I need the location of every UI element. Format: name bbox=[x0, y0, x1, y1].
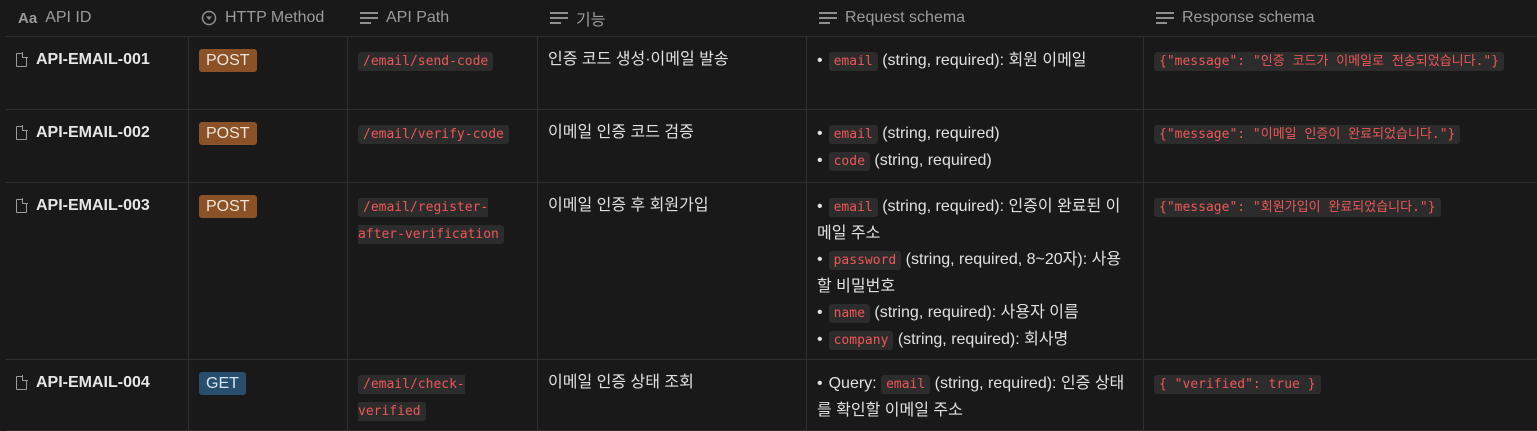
text-aa-icon: Aa bbox=[18, 9, 38, 27]
request-item: • Query: email (string, required): 인증 상태를… bbox=[817, 375, 1125, 419]
api-path: /email/register-after-verification bbox=[358, 198, 504, 244]
table-row[interactable]: API-EMAIL-003 POST /email/register-after… bbox=[6, 183, 1537, 360]
param-name: email bbox=[828, 52, 878, 71]
response-cell[interactable]: {"message": "인증 코드가 이메일로 전송되었습니다."} bbox=[1144, 37, 1537, 109]
param-desc: (string, required) bbox=[869, 152, 992, 169]
response-cell[interactable]: { "verified": true } bbox=[1144, 360, 1537, 430]
column-header-label: HTTP Method bbox=[225, 9, 325, 26]
function-text: 이메일 인증 상태 조회 bbox=[548, 374, 694, 391]
function-cell[interactable]: 이메일 인증 후 회원가입 bbox=[538, 183, 807, 359]
text-lines-icon bbox=[360, 11, 378, 25]
request-cell[interactable]: • Query: email (string, required): 인증 상태를… bbox=[807, 360, 1144, 430]
response-cell[interactable]: {"message": "회원가입이 완료되었습니다."} bbox=[1144, 183, 1537, 359]
function-text: 이메일 인증 코드 검증 bbox=[548, 124, 694, 141]
method-cell[interactable]: POST bbox=[189, 37, 348, 109]
method-cell[interactable]: POST bbox=[189, 183, 348, 359]
table-row[interactable]: API-EMAIL-002 POST /email/verify-code 이메… bbox=[6, 110, 1537, 183]
response-cell[interactable]: {"message": "이메일 인증이 완료되었습니다."} bbox=[1144, 110, 1537, 182]
request-item: • code (string, required) bbox=[817, 152, 992, 171]
page-icon bbox=[16, 52, 28, 67]
table-row[interactable]: API-EMAIL-004 GET /email/check-verified … bbox=[6, 360, 1537, 431]
path-cell[interactable]: /email/check-verified bbox=[348, 360, 538, 430]
path-cell[interactable]: /email/verify-code bbox=[348, 110, 538, 182]
response-json: {"message": "회원가입이 완료되었습니다."} bbox=[1154, 198, 1441, 217]
column-header-function[interactable]: 기능 bbox=[538, 0, 807, 36]
api-id-cell[interactable]: API-EMAIL-002 bbox=[6, 110, 189, 182]
response-json: {"message": "인증 코드가 이메일로 전송되었습니다."} bbox=[1154, 52, 1505, 71]
param-name: password bbox=[828, 251, 902, 270]
api-path: /email/send-code bbox=[358, 52, 494, 71]
param-desc: (string, required): 회사명 bbox=[893, 331, 1069, 348]
param-name: email bbox=[828, 198, 878, 217]
text-lines-icon bbox=[1156, 11, 1174, 25]
request-cell[interactable]: • email (string, required): 인증이 완료된 이메일 주… bbox=[807, 183, 1144, 359]
param-name: company bbox=[828, 331, 894, 350]
function-cell[interactable]: 이메일 인증 상태 조회 bbox=[538, 360, 807, 430]
column-header-api-id[interactable]: Aa API ID bbox=[6, 0, 189, 36]
api-path: /email/check-verified bbox=[358, 375, 465, 421]
function-cell[interactable]: 인증 코드 생성·이메일 발송 bbox=[538, 37, 807, 109]
method-tag: POST bbox=[199, 122, 257, 145]
column-header-http-method[interactable]: HTTP Method bbox=[189, 0, 348, 36]
param-name: name bbox=[828, 304, 870, 323]
column-header-label: 기능 bbox=[576, 12, 606, 29]
function-text: 인증 코드 생성·이메일 발송 bbox=[548, 51, 729, 68]
column-header-label: Response schema bbox=[1182, 9, 1315, 26]
request-item: • email (string, required): 회원 이메일 bbox=[817, 52, 1087, 71]
column-header-request-schema[interactable]: Request schema bbox=[807, 0, 1144, 36]
path-cell[interactable]: /email/send-code bbox=[348, 37, 538, 109]
method-cell[interactable]: POST bbox=[189, 110, 348, 182]
page-icon bbox=[16, 125, 28, 140]
column-header-label: Request schema bbox=[845, 9, 966, 26]
response-json: { "verified": true } bbox=[1154, 375, 1321, 394]
api-path: /email/verify-code bbox=[358, 125, 509, 144]
table-header: Aa API ID HTTP Method API Path 기능 Reques… bbox=[6, 0, 1537, 37]
api-table: Aa API ID HTTP Method API Path 기능 Reques… bbox=[6, 0, 1537, 431]
request-item: • email (string, required) bbox=[817, 125, 1000, 144]
api-id[interactable]: API-EMAIL-002 bbox=[36, 121, 150, 145]
column-header-response-schema[interactable]: Response schema bbox=[1144, 0, 1537, 36]
request-item: • email (string, required): 인증이 완료된 이메일 주… bbox=[817, 198, 1121, 242]
param-name: email bbox=[881, 375, 931, 394]
request-item: • company (string, required): 회사명 bbox=[817, 331, 1069, 350]
param-desc: (string, required) bbox=[877, 125, 1000, 142]
select-circle-icon bbox=[201, 10, 217, 26]
api-id-cell[interactable]: API-EMAIL-001 bbox=[6, 37, 189, 109]
api-id[interactable]: API-EMAIL-001 bbox=[36, 48, 150, 72]
text-lines-icon bbox=[819, 11, 837, 25]
param-desc: (string, required): 사용자 이름 bbox=[869, 304, 1079, 321]
text-lines-icon bbox=[550, 11, 568, 25]
api-id-cell[interactable]: API-EMAIL-004 bbox=[6, 360, 189, 430]
function-cell[interactable]: 이메일 인증 코드 검증 bbox=[538, 110, 807, 182]
request-item: • password (string, required, 8~20자): 사용할… bbox=[817, 251, 1122, 295]
method-cell[interactable]: GET bbox=[189, 360, 348, 430]
param-desc: (string, required): 회원 이메일 bbox=[877, 52, 1087, 69]
function-text: 이메일 인증 후 회원가입 bbox=[548, 197, 709, 214]
method-tag: GET bbox=[199, 372, 246, 395]
column-header-label: API ID bbox=[45, 9, 92, 26]
page-icon bbox=[16, 375, 28, 390]
path-cell[interactable]: /email/register-after-verification bbox=[348, 183, 538, 359]
param-name: email bbox=[828, 125, 878, 144]
column-header-api-path[interactable]: API Path bbox=[348, 0, 538, 36]
request-item: • name (string, required): 사용자 이름 bbox=[817, 304, 1079, 323]
method-tag: POST bbox=[199, 195, 257, 218]
request-cell[interactable]: • email (string, required): 회원 이메일 bbox=[807, 37, 1144, 109]
page-icon bbox=[16, 198, 28, 213]
response-json: {"message": "이메일 인증이 완료되었습니다."} bbox=[1154, 125, 1461, 144]
api-id[interactable]: API-EMAIL-003 bbox=[36, 194, 150, 218]
column-header-label: API Path bbox=[386, 9, 450, 26]
param-prefix: Query: bbox=[828, 375, 882, 392]
method-tag: POST bbox=[199, 49, 257, 72]
param-name: code bbox=[828, 152, 870, 171]
api-id[interactable]: API-EMAIL-004 bbox=[36, 371, 150, 395]
request-cell[interactable]: • email (string, required) • code (string,… bbox=[807, 110, 1144, 182]
table-row[interactable]: API-EMAIL-001 POST /email/send-code 인증 코… bbox=[6, 37, 1537, 110]
api-id-cell[interactable]: API-EMAIL-003 bbox=[6, 183, 189, 359]
